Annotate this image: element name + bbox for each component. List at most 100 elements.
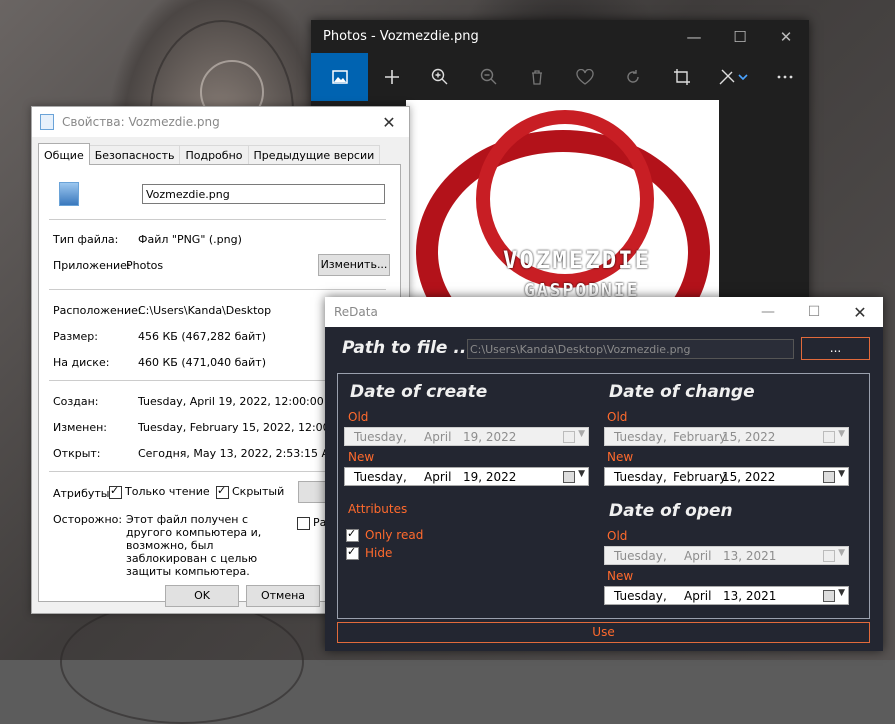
calendar-icon [563, 471, 575, 483]
open-old-label: Old [607, 529, 628, 543]
check-icon [346, 527, 359, 542]
photos-toolbar [311, 53, 809, 101]
attributes-label: Attributes [348, 502, 408, 516]
minimize-button[interactable]: — [671, 20, 717, 53]
use-button[interactable]: Use [337, 622, 870, 643]
file-type-value: Файл "PNG" (.png) [138, 233, 242, 246]
tab-general[interactable]: Общие [38, 143, 90, 165]
readonly-checkbox[interactable]: Только чтение [109, 484, 210, 499]
maximize-button[interactable]: ☐ [717, 20, 763, 53]
only-read-label: Only read [365, 528, 424, 542]
path-label: Path to file ... [342, 338, 473, 358]
hide-label: Hide [365, 546, 393, 560]
zoom-out-icon[interactable] [465, 53, 513, 101]
app-label: Приложение: [53, 259, 131, 272]
properties-tabs: Общие Безопасность Подробно Предыдущие в… [38, 143, 381, 165]
calendar-icon [823, 471, 835, 483]
tab-details[interactable]: Подробно [179, 145, 249, 165]
redata-titlebar[interactable]: ReData — ☐ ✕ [325, 297, 883, 327]
more-icon[interactable] [761, 53, 809, 101]
opened-label: Открыт: [53, 447, 101, 460]
readonly-label: Только чтение [125, 485, 210, 498]
created-label: Создан: [53, 395, 99, 408]
file-icon [40, 114, 54, 130]
divider [49, 289, 386, 290]
dropdown-arrow-icon: ▼ [838, 429, 845, 439]
rotate-icon[interactable] [609, 53, 657, 101]
change-old-label: Old [607, 410, 628, 424]
warning-label: Осторожно: [53, 513, 123, 526]
dropdown-arrow-icon: ▼ [578, 429, 585, 439]
tab-previous-versions[interactable]: Предыдущие версии [247, 145, 381, 165]
location-label: Расположение: [53, 304, 142, 317]
size-value: 456 КБ (467,282 байт) [138, 330, 266, 343]
redata-title: ReData [334, 305, 378, 319]
close-button[interactable]: ✕ [763, 20, 809, 53]
png-file-icon [59, 182, 79, 206]
delete-icon[interactable] [513, 53, 561, 101]
add-icon[interactable] [368, 53, 416, 101]
cancel-button[interactable]: Отмена [246, 585, 320, 607]
attributes-label: Атрибуты: [53, 487, 114, 500]
dropdown-arrow-icon: ▼ [838, 469, 845, 479]
calendar-icon [823, 590, 835, 602]
modified-label: Изменен: [53, 421, 108, 434]
maximize-icon[interactable]: ☐ [791, 304, 837, 320]
hide-checkbox[interactable]: Hide [346, 545, 393, 560]
location-value: C:\Users\Kanda\Desktop [138, 304, 272, 317]
open-title: Date of open [609, 501, 733, 521]
zoom-in-icon[interactable] [416, 53, 464, 101]
create-title: Date of create [350, 382, 488, 402]
dropdown-arrow-icon: ▼ [578, 469, 585, 479]
opened-value: Сегодня, May 13, 2022, 2:53:15 AM [138, 447, 339, 460]
redata-window: ReData — ☐ ✕ Path to file ... C:\Users\K… [325, 297, 883, 651]
photo-canvas[interactable]: VOZMEZDIE GASPODNIE [406, 100, 719, 320]
open-new-label: New [607, 569, 634, 583]
check-icon [216, 484, 229, 499]
change-new-datepicker[interactable]: Tuesday, February 15, 2022 ▼ [604, 467, 849, 486]
change-title: Date of change [609, 382, 755, 402]
checkbox-icon [297, 516, 310, 530]
ok-button[interactable]: OK [165, 585, 239, 607]
dropdown-arrow-icon: ▼ [838, 548, 845, 558]
check-icon [346, 545, 359, 560]
divider [49, 219, 386, 220]
create-new-label: New [348, 450, 375, 464]
open-old-datepicker: Tuesday, April 13, 2021 ▼ [604, 546, 849, 565]
unblock-checkbox[interactable]: Ра [297, 516, 326, 530]
open-new-datepicker[interactable]: Tuesday, April 13, 2021 ▼ [604, 586, 849, 605]
hidden-checkbox[interactable]: Скрытый [216, 484, 284, 499]
properties-titlebar[interactable]: Свойства: Vozmezdie.png ✕ [32, 107, 409, 137]
calendar-icon [823, 550, 835, 562]
tab-security[interactable]: Безопасность [88, 145, 181, 165]
minimize-icon[interactable]: — [745, 304, 791, 320]
calendar-icon [563, 431, 575, 443]
size-label: Размер: [53, 330, 98, 343]
close-icon[interactable]: ✕ [369, 113, 409, 132]
app-value: Photos [126, 259, 164, 272]
edit-icon[interactable] [706, 53, 761, 101]
file-type-label: Тип файла: [53, 233, 119, 246]
calendar-icon [823, 431, 835, 443]
properties-title: Свойства: Vozmezdie.png [62, 115, 220, 129]
create-new-datepicker[interactable]: Tuesday, April 19, 2022 ▼ [344, 467, 589, 486]
only-read-checkbox[interactable]: Only read [346, 527, 424, 542]
favorite-icon[interactable] [561, 53, 609, 101]
disk-size-value: 460 КБ (471,040 байт) [138, 356, 266, 369]
disk-size-label: На диске: [53, 356, 110, 369]
dates-group: Date of create Old Tuesday, April 19, 2022… [337, 373, 870, 619]
create-old-label: Old [348, 410, 369, 424]
change-new-label: New [607, 450, 634, 464]
created-value: Tuesday, April 19, 2022, 12:00:00 AM [138, 395, 345, 408]
crop-icon[interactable] [657, 53, 705, 101]
change-app-button[interactable]: Изменить... [318, 254, 390, 276]
logo-text-line1: VOZMEZDIE [503, 246, 652, 274]
image-icon[interactable] [311, 53, 369, 101]
change-old-datepicker: Tuesday, February 15, 2022 ▼ [604, 427, 849, 446]
file-name-field[interactable]: Vozmezdie.png [142, 184, 385, 204]
close-icon[interactable]: ✕ [837, 303, 883, 322]
browse-button[interactable]: ... [801, 337, 870, 360]
dropdown-arrow-icon: ▼ [838, 588, 845, 598]
photos-titlebar[interactable]: Photos - Vozmezdie.png — ☐ ✕ [311, 20, 809, 53]
path-input[interactable]: C:\Users\Kanda\Desktop\Vozmezdie.png [467, 339, 794, 359]
